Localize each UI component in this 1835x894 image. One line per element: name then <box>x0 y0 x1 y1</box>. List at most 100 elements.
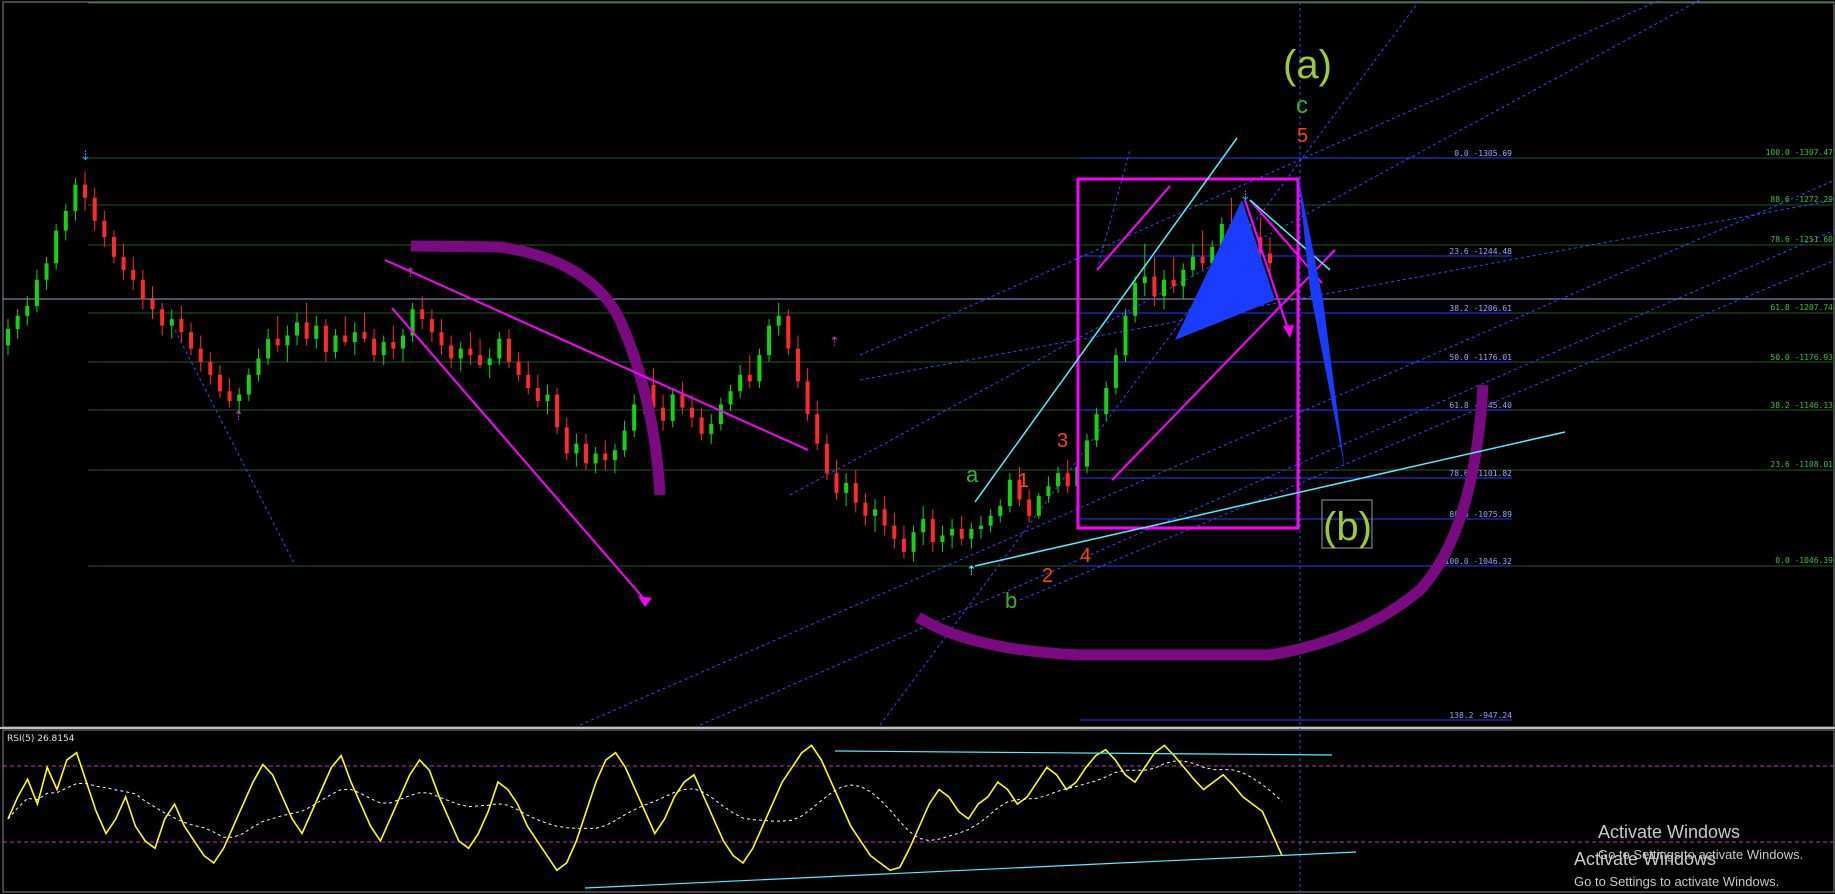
candle-body <box>487 358 492 365</box>
candle-body <box>189 332 194 349</box>
wave-label-4: 4 <box>1080 545 1091 567</box>
candle-body <box>285 335 290 346</box>
candle-body <box>824 443 829 474</box>
candle-body <box>92 197 97 221</box>
candle-body <box>718 404 723 425</box>
fib-label-right: 100.0 -1307.47 <box>1766 148 1834 157</box>
candle-body <box>1094 414 1099 441</box>
wave-label-a-big: (a) <box>1283 43 1332 87</box>
fib-label-right: 0.0 -1046.39 <box>1775 556 1833 565</box>
candle-body <box>246 374 251 395</box>
candle-body <box>111 237 116 257</box>
candle-body <box>420 309 425 320</box>
candle-body <box>1065 473 1070 487</box>
candle-body <box>786 315 791 349</box>
candle-body <box>352 332 357 343</box>
candle-body <box>314 325 319 339</box>
wave-label-1: 1 <box>1018 470 1029 492</box>
candle-body <box>400 335 405 349</box>
candle-body <box>449 345 454 359</box>
chart-canvas: 0.0 -1305.6923.6 -1244.4838.2 -1206.6150… <box>0 0 1835 894</box>
candle-body <box>728 391 733 405</box>
candle-body <box>1007 479 1012 506</box>
candle-body <box>1190 256 1195 270</box>
candle-body <box>834 473 839 493</box>
candle-body <box>1056 473 1061 487</box>
candle-body <box>959 528 964 539</box>
candle-body <box>121 256 126 270</box>
candle-body <box>593 453 598 464</box>
candle-body <box>1200 256 1205 264</box>
candle-body <box>6 328 10 346</box>
candle-body <box>131 269 136 280</box>
candle-body <box>1027 499 1032 516</box>
candle-body <box>506 338 511 362</box>
candle-body <box>873 509 878 516</box>
candle-body <box>1162 279 1167 297</box>
candle-body <box>998 505 1003 516</box>
wave-label-b: b <box>1005 588 1017 613</box>
svg-text:⇡: ⇡ <box>233 409 244 424</box>
watermark-title-2: Activate Windows <box>1574 849 1716 869</box>
candle-body <box>680 394 685 408</box>
candle-body <box>930 519 935 543</box>
candle-body <box>343 335 348 343</box>
candle-body <box>25 305 30 316</box>
candle-body <box>776 315 781 326</box>
candle-body <box>468 348 473 356</box>
candle-body <box>545 394 550 402</box>
candle-body <box>478 355 483 365</box>
candle-body <box>1171 279 1176 287</box>
fib-label-left: 23.6 -1244.48 <box>1449 247 1512 256</box>
watermark-subtitle-2: Go to Settings to activate Windows. <box>1574 874 1779 889</box>
candle-body <box>237 394 242 402</box>
candle-body <box>950 528 955 536</box>
candle-body <box>805 381 810 415</box>
candle-body <box>1084 440 1089 467</box>
candle-body <box>458 348 463 359</box>
candle-body <box>333 335 338 352</box>
candle-body <box>391 342 396 349</box>
candle-body <box>921 519 926 533</box>
candle-body <box>555 394 560 428</box>
candle-body <box>738 374 743 392</box>
candle-body <box>747 374 752 382</box>
candle-body <box>63 210 68 231</box>
candle-body <box>15 315 20 329</box>
candle-body <box>516 361 521 375</box>
candle-body <box>1036 496 1041 516</box>
candle-body <box>140 279 145 300</box>
candle-body <box>612 450 617 461</box>
candle-body <box>54 230 59 264</box>
candle-body <box>815 414 820 444</box>
wave-label-c: c <box>1296 92 1308 119</box>
candle-body <box>217 374 222 392</box>
candle-body <box>150 299 155 310</box>
fib-label-left: 138.2 -947.24 <box>1449 711 1512 720</box>
candle-body <box>83 184 88 198</box>
candle-body <box>439 332 444 346</box>
candle-body <box>295 322 300 336</box>
fib-label-left: 38.2 -1206.61 <box>1449 304 1512 313</box>
candle-body <box>160 309 165 326</box>
candle-body <box>1268 253 1272 264</box>
candle-body <box>709 424 714 434</box>
candle-body <box>372 338 377 356</box>
candle-body <box>381 342 386 356</box>
fib-label-right: 61.8 -1207.74 <box>1770 303 1833 312</box>
watermark-title-1: Activate Windows <box>1598 822 1740 842</box>
svg-text:⇡: ⇡ <box>829 335 840 350</box>
candle-body <box>179 319 184 333</box>
candle-body <box>670 394 675 421</box>
candle-body <box>44 263 49 280</box>
candle-body <box>227 391 232 402</box>
candle-body <box>795 348 800 382</box>
candle-body <box>689 407 694 418</box>
candle-body <box>1046 486 1051 497</box>
candle-body <box>362 332 367 339</box>
candle-body <box>940 535 945 543</box>
fib-label-left: 78.6 -1101.82 <box>1449 469 1512 478</box>
candle-body <box>429 319 434 333</box>
fib-label-right: 50.0 -1176.93 <box>1770 353 1833 362</box>
svg-text:⇣: ⇣ <box>80 149 91 164</box>
